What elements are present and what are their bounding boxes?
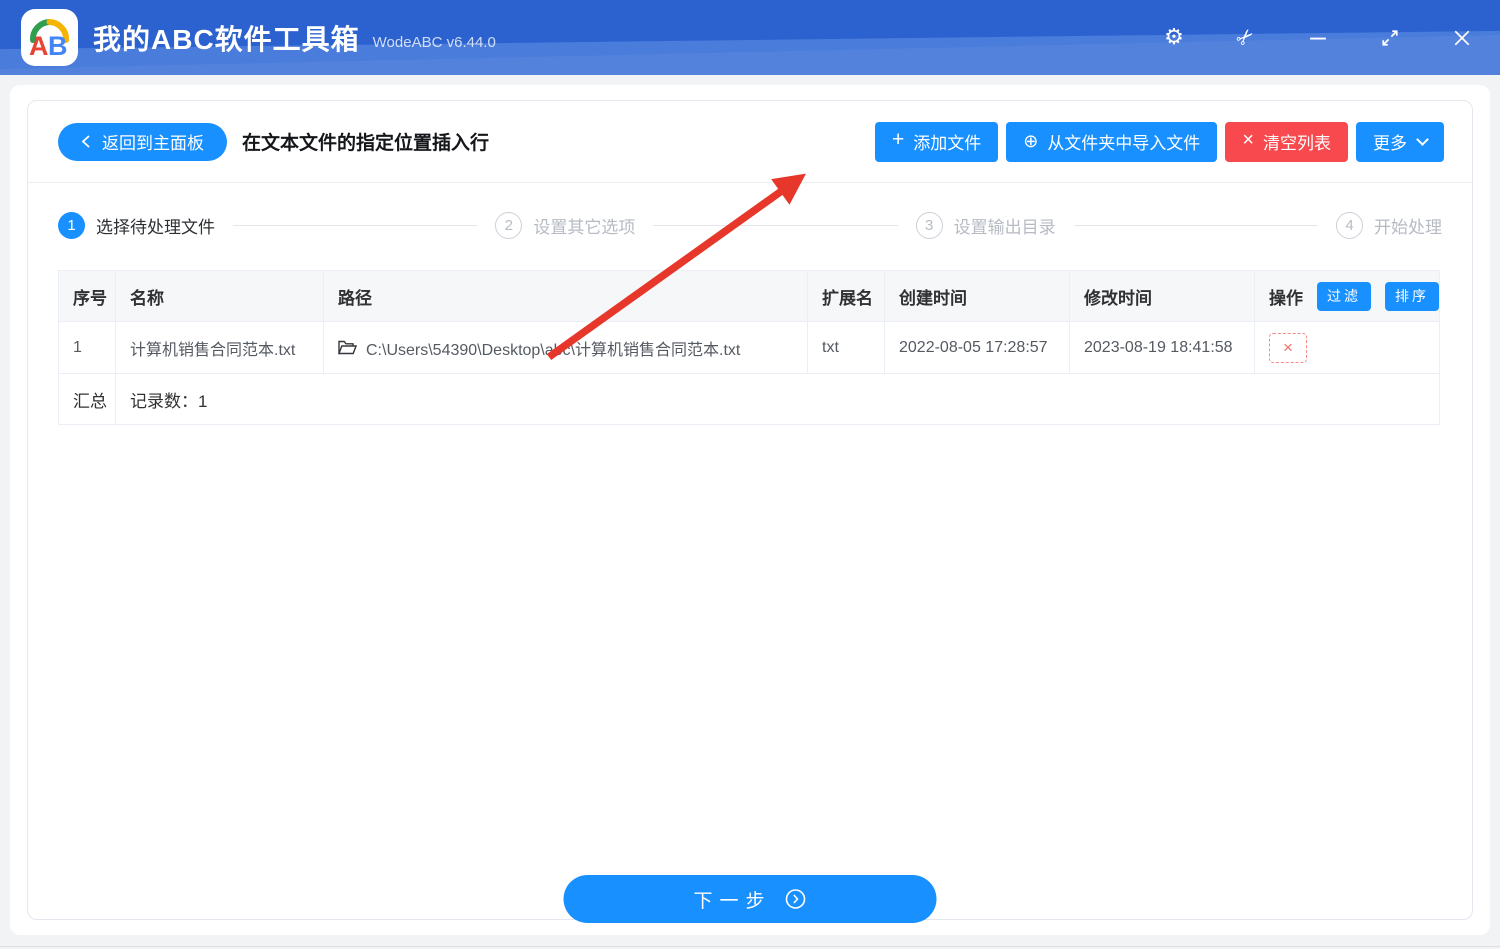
chevron-left-icon: [81, 135, 90, 148]
step-output-directory: 3 设置输出目录: [915, 212, 1056, 239]
step-label: 设置输出目录: [953, 218, 1056, 237]
delete-x-icon: ×: [1283, 337, 1293, 357]
step-number: 2: [495, 212, 523, 239]
cut-icon[interactable]: ✂: [1231, 22, 1260, 51]
step-connector: [233, 225, 478, 226]
summary-record-count: 记录数：1: [130, 391, 208, 411]
summary-label: 汇总: [59, 374, 116, 424]
page-title: 在文本文件的指定位置插入行: [242, 133, 490, 154]
maximize-icon[interactable]: [1377, 25, 1403, 51]
header-created-time: 创建时间: [885, 271, 1070, 321]
next-step-button[interactable]: 下一步: [563, 875, 937, 923]
plus-icon: +: [891, 128, 905, 151]
add-files-button[interactable]: + 添加文件: [874, 121, 999, 162]
step-number: 3: [915, 212, 943, 239]
settings-icon[interactable]: ⚙: [1161, 25, 1187, 51]
header-name: 名称: [116, 271, 324, 321]
chevron-down-icon: [1416, 132, 1429, 146]
add-files-label: 添加文件: [913, 134, 982, 153]
step-connector: [653, 225, 898, 226]
file-table: 序号 名称 路径 扩展名 创建时间 修改时间 操作 过滤 排序 1 计算机销售合…: [58, 270, 1440, 425]
next-step-label: 下一步: [693, 890, 772, 912]
app-logo: A B: [21, 9, 78, 66]
clear-list-label: 清空列表: [1263, 134, 1331, 153]
cell-extension: txt: [808, 322, 885, 373]
step-number: 1: [58, 212, 85, 239]
app-title: 我的ABC软件工具箱: [93, 23, 360, 55]
table-row: 1 计算机销售合同范本.txt C:\Users\54390\Desktop\a…: [59, 322, 1439, 374]
more-label: 更多: [1373, 134, 1407, 153]
window-bottom-edge: [0, 946, 1500, 947]
filter-button[interactable]: 过滤: [1317, 281, 1371, 311]
titlebar: A B 我的ABC软件工具箱 WodeABC v6.44.0 ⚙ ✂: [0, 0, 1500, 75]
more-button[interactable]: 更多: [1356, 121, 1444, 162]
close-icon[interactable]: [1449, 25, 1475, 51]
sort-button[interactable]: 排序: [1385, 281, 1439, 311]
header-index: 序号: [59, 271, 116, 321]
folder-icon: [338, 340, 357, 355]
circle-chevron-right-icon: [785, 888, 807, 910]
step-select-files: 1 选择待处理文件: [58, 212, 215, 239]
minimize-icon[interactable]: [1305, 25, 1331, 51]
step-number: 4: [1335, 212, 1363, 239]
cell-created-time: 2022-08-05 17:28:57: [885, 322, 1070, 373]
delete-row-button[interactable]: ×: [1269, 332, 1307, 363]
header-extension: 扩展名: [808, 271, 885, 321]
cell-path: C:\Users\54390\Desktop\abc\计算机销售合同范本.txt: [324, 322, 808, 373]
cell-actions: ×: [1255, 322, 1439, 373]
import-from-folder-button[interactable]: ⊕ 从文件夹中导入文件: [1006, 121, 1218, 162]
step-other-options: 2 设置其它选项: [495, 212, 635, 239]
cell-name: 计算机销售合同范本.txt: [116, 322, 324, 373]
step-label: 开始处理: [1373, 218, 1442, 237]
cell-path-text: C:\Users\54390\Desktop\abc\计算机销售合同范本.txt: [366, 341, 741, 359]
content-panel: 返回到主面板 在文本文件的指定位置插入行 + 添加文件 ⊕ 从文件夹中导入文件 …: [27, 100, 1473, 923]
x-icon: ×: [1242, 129, 1254, 151]
import-from-folder-label: 从文件夹中导入文件: [1047, 134, 1201, 153]
header-actions: 操作 过滤 排序: [1255, 271, 1439, 321]
back-button-label: 返回到主面板: [102, 134, 204, 153]
header-actions-label: 操作: [1269, 288, 1303, 308]
step-indicator: 1 选择待处理文件 2 设置其它选项 3 设置输出目录 4 开始处理: [28, 183, 1472, 268]
main-card: 返回到主面板 在文本文件的指定位置插入行 + 添加文件 ⊕ 从文件夹中导入文件 …: [10, 85, 1490, 935]
step-label: 选择待处理文件: [96, 218, 215, 237]
logo-letter-b: B: [48, 31, 68, 61]
cell-modified-time: 2023-08-19 18:41:58: [1070, 322, 1255, 373]
step-label: 设置其它选项: [533, 218, 636, 237]
table-summary-row: 汇总 记录数：1: [59, 374, 1439, 424]
table-header-row: 序号 名称 路径 扩展名 创建时间 修改时间 操作 过滤 排序: [59, 271, 1439, 322]
header-modified-time: 修改时间: [1070, 271, 1255, 321]
cell-index: 1: [59, 322, 116, 373]
clear-list-button[interactable]: × 清空列表: [1225, 121, 1348, 162]
logo-letter-a: A: [29, 31, 49, 61]
back-to-dashboard-button[interactable]: 返回到主面板: [58, 122, 227, 161]
step-connector: [1073, 225, 1318, 226]
app-version: WodeABC v6.44.0: [372, 34, 496, 51]
header-path: 路径: [324, 271, 808, 321]
toolbar: 返回到主面板 在文本文件的指定位置插入行 + 添加文件 ⊕ 从文件夹中导入文件 …: [28, 101, 1472, 183]
circle-plus-icon: ⊕: [1023, 130, 1039, 152]
step-start-processing: 4 开始处理: [1335, 212, 1442, 239]
